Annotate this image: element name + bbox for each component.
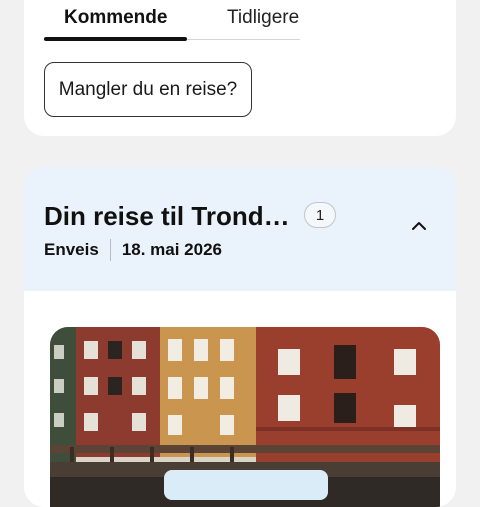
trip-card-header[interactable]: Din reise til Trond… 1 Enveis 18. mai 20… (24, 167, 456, 291)
photo-overlay-chip (164, 470, 328, 500)
trondheim-wharf-photo (50, 327, 440, 507)
meta-divider (109, 239, 111, 261)
active-tab-indicator (44, 37, 187, 41)
trip-count-badge: 1 (304, 202, 336, 228)
trip-date: 18. mai 2026 (121, 240, 223, 259)
trip-tabs: Kommende Tidligere (44, 0, 300, 41)
missing-trip-button[interactable]: Mangler du en reise? (44, 62, 252, 117)
trip-card[interactable]: Din reise til Trond… 1 Enveis 18. mai 20… (24, 167, 456, 507)
trip-title: Din reise til Trond… (44, 201, 290, 231)
chevron-up-icon[interactable] (408, 215, 430, 237)
tab-upcoming[interactable]: Kommende (64, 6, 167, 30)
trip-meta: Enveis 18. mai 2026 (44, 239, 222, 261)
tab-previous[interactable]: Tidligere (227, 6, 299, 30)
trip-type: Enveis (44, 240, 99, 259)
trip-filter-card: Kommende Tidligere Mangler du en reise? (24, 0, 456, 136)
